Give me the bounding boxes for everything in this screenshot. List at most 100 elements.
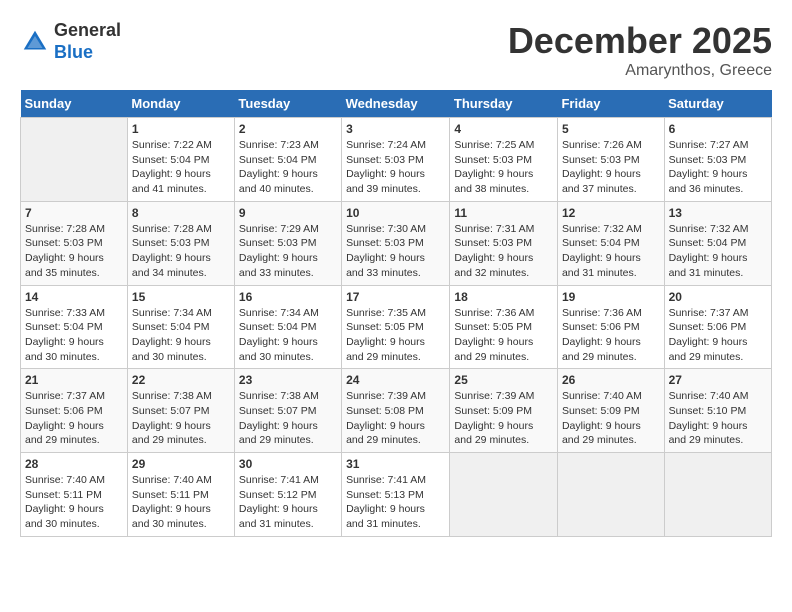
day-number: 9 [239, 206, 337, 220]
calendar-cell: 10 Sunrise: 7:30 AMSunset: 5:03 PMDayligh… [342, 201, 450, 285]
title-block: December 2025 Amarynthos, Greece [508, 20, 772, 80]
header-day-tuesday: Tuesday [234, 90, 341, 118]
day-number: 17 [346, 290, 445, 304]
day-number: 5 [562, 122, 660, 136]
day-info: Sunrise: 7:28 AMSunset: 5:03 PMDaylight:… [25, 222, 123, 281]
day-number: 23 [239, 373, 337, 387]
day-info: Sunrise: 7:41 AMSunset: 5:12 PMDaylight:… [239, 473, 337, 532]
calendar-cell: 2 Sunrise: 7:23 AMSunset: 5:04 PMDaylight… [234, 118, 341, 202]
day-info: Sunrise: 7:39 AMSunset: 5:08 PMDaylight:… [346, 389, 445, 448]
day-number: 27 [669, 373, 767, 387]
calendar-cell: 16Sunrise: 7:34 AMSunset: 5:04 PMDayligh… [234, 285, 341, 369]
day-info: Sunrise: 7:40 AMSunset: 5:11 PMDaylight:… [25, 473, 123, 532]
calendar-cell: 1Sunrise: 7:22 AMSunset: 5:04 PMDaylight… [127, 118, 234, 202]
calendar-cell [450, 453, 558, 537]
day-number: 28 [25, 457, 123, 471]
day-info: Sunrise: 7:37 AMSunset: 5:06 PMDaylight:… [669, 306, 767, 365]
header-day-sunday: Sunday [21, 90, 128, 118]
day-info: Sunrise: 7:28 AMSunset: 5:03 PMDaylight:… [132, 222, 230, 281]
calendar-cell: 30 Sunrise: 7:41 AMSunset: 5:12 PMDayligh… [234, 453, 341, 537]
day-info: Sunrise: 7:36 AMSunset: 5:05 PMDaylight:… [454, 306, 553, 365]
calendar-cell [664, 453, 771, 537]
day-number: 10 [346, 206, 445, 220]
day-number: 2 [239, 122, 337, 136]
day-number: 16 [239, 290, 337, 304]
day-info: Sunrise: 7:30 AMSunset: 5:03 PMDaylight:… [346, 222, 445, 281]
calendar-cell: 9 Sunrise: 7:29 AMSunset: 5:03 PMDaylight… [234, 201, 341, 285]
day-number: 15 [132, 290, 230, 304]
calendar-cell: 6 Sunrise: 7:27 AMSunset: 5:03 PMDaylight… [664, 118, 771, 202]
logo-blue-text: Blue [54, 42, 93, 62]
day-number: 12 [562, 206, 660, 220]
day-info: Sunrise: 7:38 AMSunset: 5:07 PMDaylight:… [239, 389, 337, 448]
day-number: 1 [132, 122, 230, 136]
day-info: Sunrise: 7:36 AMSunset: 5:06 PMDaylight:… [562, 306, 660, 365]
calendar-cell: 11Sunrise: 7:31 AMSunset: 5:03 PMDayligh… [450, 201, 558, 285]
day-info: Sunrise: 7:34 AMSunset: 5:04 PMDaylight:… [132, 306, 230, 365]
logo: General Blue [20, 20, 121, 63]
calendar-week-2: 7 Sunrise: 7:28 AMSunset: 5:03 PMDaylight… [21, 201, 772, 285]
calendar-cell: 15 Sunrise: 7:34 AMSunset: 5:04 PMDayligh… [127, 285, 234, 369]
day-info: Sunrise: 7:32 AMSunset: 5:04 PMDaylight:… [562, 222, 660, 281]
day-info: Sunrise: 7:29 AMSunset: 5:03 PMDaylight:… [239, 222, 337, 281]
logo-general-text: General [54, 20, 121, 40]
day-number: 29 [132, 457, 230, 471]
logo-icon [20, 27, 50, 57]
day-number: 31 [346, 457, 445, 471]
header-day-monday: Monday [127, 90, 234, 118]
header-day-saturday: Saturday [664, 90, 771, 118]
calendar-cell: 24 Sunrise: 7:39 AMSunset: 5:08 PMDayligh… [342, 369, 450, 453]
calendar-cell: 28 Sunrise: 7:40 AMSunset: 5:11 PMDayligh… [21, 453, 128, 537]
calendar-week-3: 14 Sunrise: 7:33 AMSunset: 5:04 PMDayligh… [21, 285, 772, 369]
calendar-cell: 4 Sunrise: 7:25 AMSunset: 5:03 PMDaylight… [450, 118, 558, 202]
header-day-friday: Friday [557, 90, 664, 118]
day-number: 11 [454, 206, 553, 220]
calendar-cell: 3Sunrise: 7:24 AMSunset: 5:03 PMDaylight… [342, 118, 450, 202]
day-info: Sunrise: 7:26 AMSunset: 5:03 PMDaylight:… [562, 138, 660, 197]
calendar-cell: 5 Sunrise: 7:26 AMSunset: 5:03 PMDaylight… [557, 118, 664, 202]
calendar-week-1: 1Sunrise: 7:22 AMSunset: 5:04 PMDaylight… [21, 118, 772, 202]
calendar-cell [21, 118, 128, 202]
day-number: 14 [25, 290, 123, 304]
day-info: Sunrise: 7:23 AMSunset: 5:04 PMDaylight:… [239, 138, 337, 197]
day-info: Sunrise: 7:37 AMSunset: 5:06 PMDaylight:… [25, 389, 123, 448]
header-day-thursday: Thursday [450, 90, 558, 118]
calendar-cell: 13Sunrise: 7:32 AMSunset: 5:04 PMDayligh… [664, 201, 771, 285]
page-header: General Blue December 2025 Amarynthos, G… [20, 20, 772, 80]
day-info: Sunrise: 7:39 AMSunset: 5:09 PMDaylight:… [454, 389, 553, 448]
day-info: Sunrise: 7:33 AMSunset: 5:04 PMDaylight:… [25, 306, 123, 365]
calendar-cell: 17Sunrise: 7:35 AMSunset: 5:05 PMDayligh… [342, 285, 450, 369]
day-number: 4 [454, 122, 553, 136]
day-number: 6 [669, 122, 767, 136]
calendar-cell: 22 Sunrise: 7:38 AMSunset: 5:07 PMDayligh… [127, 369, 234, 453]
day-info: Sunrise: 7:32 AMSunset: 5:04 PMDaylight:… [669, 222, 767, 281]
day-number: 24 [346, 373, 445, 387]
day-info: Sunrise: 7:25 AMSunset: 5:03 PMDaylight:… [454, 138, 553, 197]
location: Amarynthos, Greece [508, 62, 772, 80]
month-title: December 2025 [508, 20, 772, 62]
calendar-header-row: SundayMondayTuesdayWednesdayThursdayFrid… [21, 90, 772, 118]
day-number: 18 [454, 290, 553, 304]
day-info: Sunrise: 7:38 AMSunset: 5:07 PMDaylight:… [132, 389, 230, 448]
calendar-cell: 31 Sunrise: 7:41 AMSunset: 5:13 PMDayligh… [342, 453, 450, 537]
calendar-cell: 27Sunrise: 7:40 AMSunset: 5:10 PMDayligh… [664, 369, 771, 453]
day-number: 7 [25, 206, 123, 220]
calendar-week-5: 28 Sunrise: 7:40 AMSunset: 5:11 PMDayligh… [21, 453, 772, 537]
day-number: 30 [239, 457, 337, 471]
day-info: Sunrise: 7:27 AMSunset: 5:03 PMDaylight:… [669, 138, 767, 197]
day-number: 21 [25, 373, 123, 387]
day-number: 26 [562, 373, 660, 387]
calendar-cell: 21 Sunrise: 7:37 AMSunset: 5:06 PMDayligh… [21, 369, 128, 453]
calendar-week-4: 21 Sunrise: 7:37 AMSunset: 5:06 PMDayligh… [21, 369, 772, 453]
day-info: Sunrise: 7:40 AMSunset: 5:09 PMDaylight:… [562, 389, 660, 448]
calendar-cell: 25Sunrise: 7:39 AMSunset: 5:09 PMDayligh… [450, 369, 558, 453]
calendar-cell: 19Sunrise: 7:36 AMSunset: 5:06 PMDayligh… [557, 285, 664, 369]
calendar-cell [557, 453, 664, 537]
day-number: 22 [132, 373, 230, 387]
calendar-cell: 14 Sunrise: 7:33 AMSunset: 5:04 PMDayligh… [21, 285, 128, 369]
calendar-cell: 18 Sunrise: 7:36 AMSunset: 5:05 PMDayligh… [450, 285, 558, 369]
day-number: 20 [669, 290, 767, 304]
day-info: Sunrise: 7:41 AMSunset: 5:13 PMDaylight:… [346, 473, 445, 532]
calendar-cell: 7 Sunrise: 7:28 AMSunset: 5:03 PMDaylight… [21, 201, 128, 285]
calendar-cell: 12 Sunrise: 7:32 AMSunset: 5:04 PMDayligh… [557, 201, 664, 285]
